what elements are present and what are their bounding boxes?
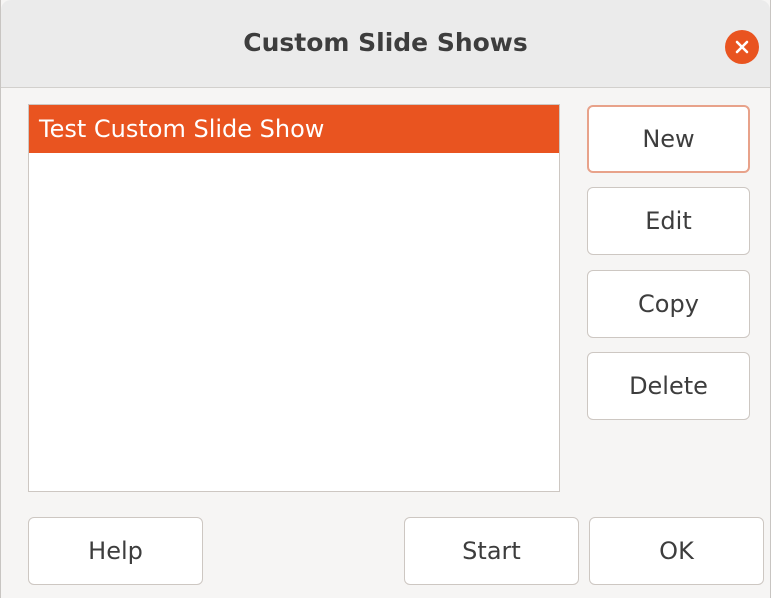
ok-button[interactable]: OK bbox=[589, 517, 764, 585]
help-button[interactable]: Help bbox=[28, 517, 203, 585]
delete-button[interactable]: Delete bbox=[587, 352, 750, 420]
new-button[interactable]: New bbox=[587, 105, 750, 173]
close-icon bbox=[735, 40, 749, 54]
title-bar: Custom Slide Shows bbox=[1, 0, 770, 88]
custom-slide-shows-dialog: Custom Slide Shows Test Custom Slide Sho… bbox=[0, 0, 771, 598]
list-item[interactable]: Test Custom Slide Show bbox=[29, 105, 559, 153]
close-button[interactable] bbox=[725, 30, 759, 64]
slide-shows-list[interactable]: Test Custom Slide Show bbox=[28, 104, 560, 492]
dialog-title: Custom Slide Shows bbox=[243, 28, 528, 57]
start-button[interactable]: Start bbox=[404, 517, 579, 585]
copy-button[interactable]: Copy bbox=[587, 270, 750, 338]
edit-button[interactable]: Edit bbox=[587, 187, 750, 255]
